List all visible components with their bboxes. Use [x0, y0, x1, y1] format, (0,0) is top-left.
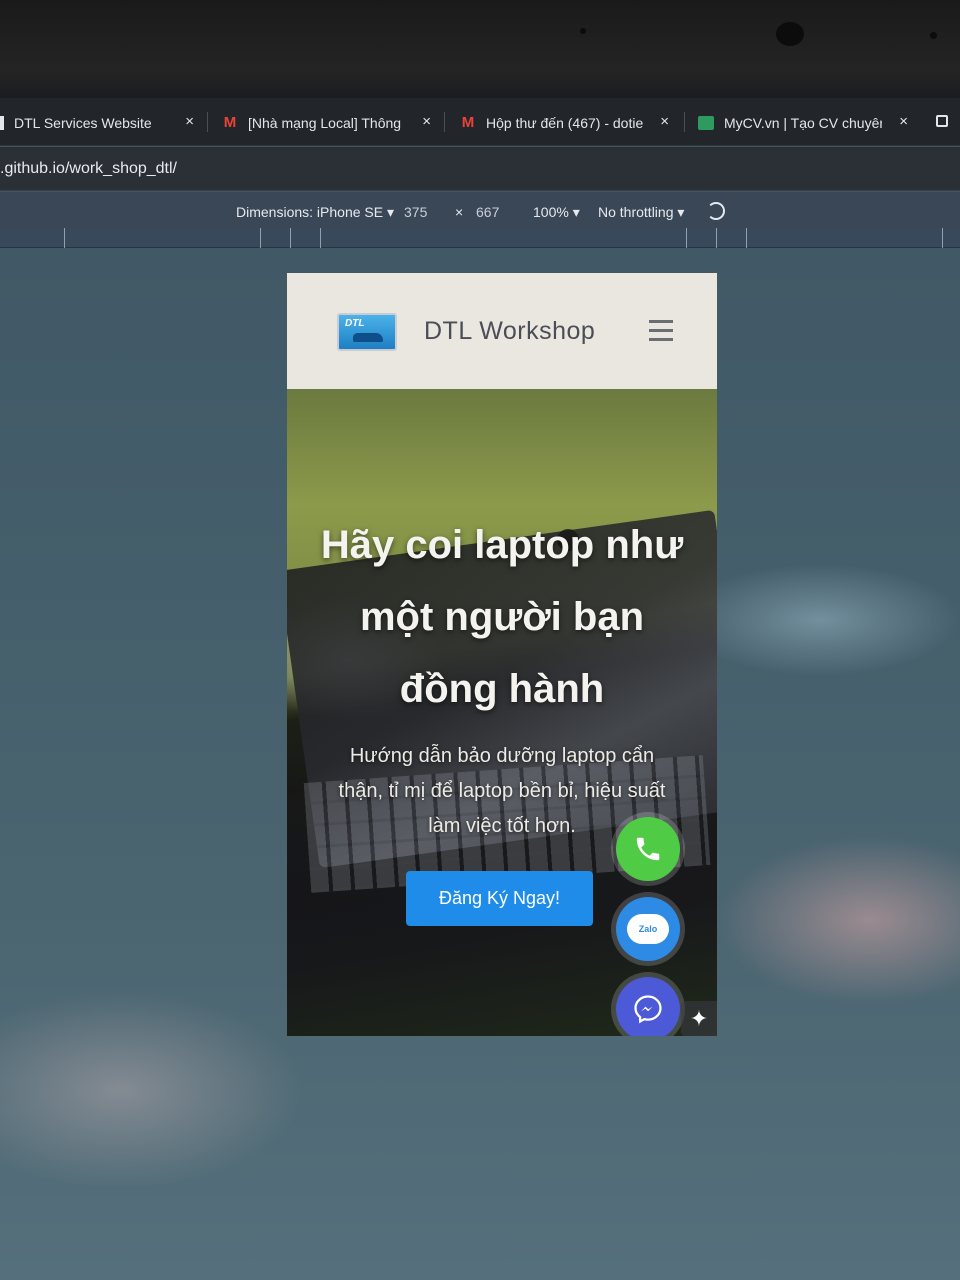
bezel-speck [580, 28, 586, 34]
bezel-camera [776, 22, 804, 46]
zalo-label: Zalo [638, 924, 658, 934]
phone-icon [636, 837, 660, 861]
tab-title: DTL Services Website [14, 115, 152, 131]
ruler-tick [942, 228, 943, 248]
phone-call-button[interactable] [616, 817, 680, 881]
tab-separator [444, 112, 445, 132]
ruler-tick [746, 228, 747, 248]
times-sign: × [455, 204, 464, 220]
close-icon[interactable]: × [660, 113, 669, 130]
ruler-tick [320, 228, 321, 248]
rotate-icon[interactable] [707, 202, 725, 220]
register-now-button[interactable]: Đăng Ký Ngay! [406, 871, 593, 926]
tab-hop-thu-den[interactable]: M Hộp thư đến (467) - dotie × [460, 106, 675, 140]
media-query-ruler [0, 228, 960, 248]
ruler-tick [716, 228, 717, 248]
close-icon[interactable]: × [185, 113, 194, 130]
ruler-tick [64, 228, 65, 248]
device-toolbar: Dimensions: iPhone SE ▾ 375 × 667 100% ▾… [0, 192, 960, 228]
dimensions-dropdown[interactable]: Dimensions: iPhone SE ▾ [236, 204, 394, 221]
mycv-favicon [698, 116, 714, 130]
gmail-icon: M [461, 114, 475, 131]
zoom-dropdown[interactable]: 100% ▾ [533, 204, 580, 221]
gmail-icon: M [223, 114, 237, 131]
tab-title: Hộp thư đến (467) - dotie [486, 115, 644, 131]
tab-title: [Nhà mạng Local] Thông [248, 115, 402, 131]
close-icon[interactable]: × [422, 113, 431, 130]
close-icon[interactable]: × [899, 113, 908, 130]
messenger-chat-button[interactable] [616, 977, 680, 1036]
url-text[interactable]: .github.io/work_shop_dtl/ [0, 160, 177, 178]
throttling-dropdown[interactable]: No throttling ▾ [598, 204, 684, 221]
sparkle-icon[interactable]: ✦ [681, 1001, 717, 1036]
site-navbar: DTL DTL Workshop [287, 273, 717, 389]
ruler-tick [686, 228, 687, 248]
monitor-bezel [0, 0, 960, 100]
ruler-tick [260, 228, 261, 248]
car-icon [353, 333, 383, 342]
tab-separator [207, 112, 208, 132]
hero-section: Hãy coi laptop như một người bạn đồng hà… [287, 389, 717, 1036]
browser-tab-strip: DTL Services Website × M [Nhà mạng Local… [0, 98, 960, 146]
tab-dtl-services[interactable]: DTL Services Website × [0, 106, 200, 140]
tab-mycv[interactable]: MyCV.vn | Tạo CV chuyên × [698, 106, 914, 140]
height-input[interactable]: 667 [476, 204, 499, 220]
hero-title: Hãy coi laptop như một người bạn đồng hà… [320, 523, 684, 711]
bezel-speck [930, 32, 937, 39]
logo-text: DTL [345, 318, 365, 329]
address-bar[interactable]: .github.io/work_shop_dtl/ [0, 147, 960, 191]
ruler-tick [290, 228, 291, 248]
zalo-chat-button[interactable]: Zalo [616, 897, 680, 961]
messenger-icon [634, 995, 662, 1024]
device-viewport: DTL DTL Workshop Hãy coi laptop như một … [287, 273, 717, 1036]
zalo-icon: Zalo [627, 914, 669, 944]
hamburger-icon[interactable] [649, 320, 673, 342]
site-brand[interactable]: DTL Workshop [424, 317, 595, 346]
dtl-favicon [0, 116, 4, 130]
tab-overflow-icon[interactable] [936, 115, 948, 127]
site-logo[interactable]: DTL [337, 313, 397, 351]
tab-title: MyCV.vn | Tạo CV chuyên [724, 115, 882, 131]
width-input[interactable]: 375 [404, 204, 427, 220]
tab-nha-mang-local[interactable]: M [Nhà mạng Local] Thông × [222, 106, 437, 140]
tab-separator [684, 112, 685, 132]
